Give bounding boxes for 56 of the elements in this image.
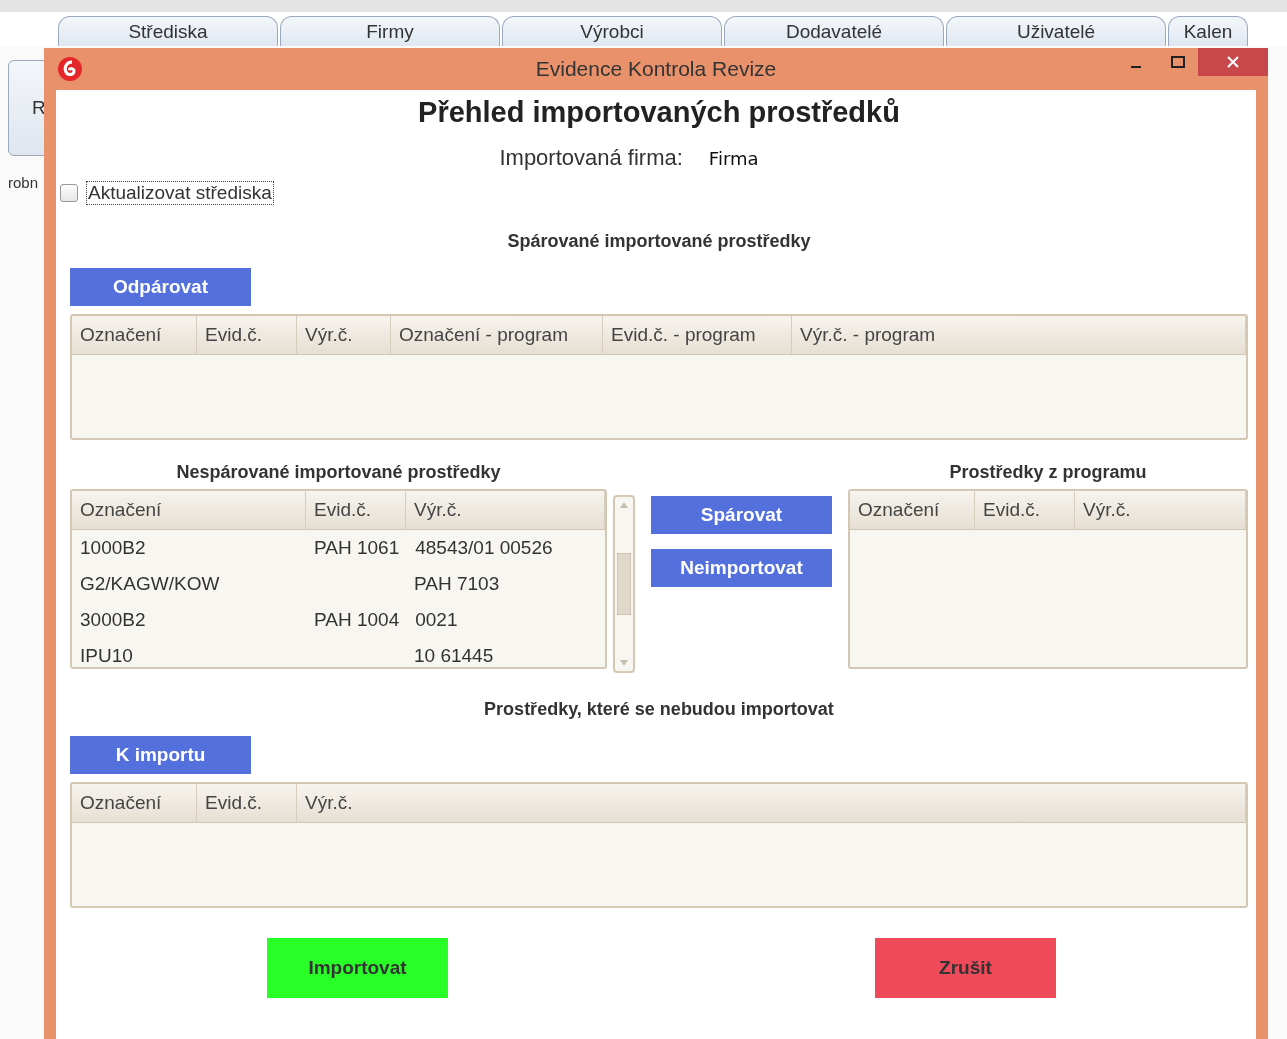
table-cell-text: PAH 1004 — [313, 608, 401, 632]
column-header[interactable]: Evid.č. — [306, 491, 406, 529]
close-icon — [1227, 56, 1239, 68]
tab[interactable]: Střediska — [58, 16, 278, 46]
window-title: Evidence Kontrola Revize — [534, 57, 778, 81]
scroll-up-icon[interactable] — [619, 501, 629, 509]
action-button[interactable]: Spárovat — [651, 496, 832, 534]
scrollbar-thumb[interactable] — [617, 553, 631, 615]
tab[interactable]: Výrobci — [502, 16, 722, 46]
column-header[interactable]: Výr.č. — [406, 491, 605, 529]
column-header[interactable]: Označení — [850, 491, 975, 529]
tab[interactable]: Firmy — [280, 16, 500, 46]
section-title: Prostředky z programu — [948, 462, 1148, 483]
import-button[interactable]: Importovat — [267, 938, 448, 998]
table-cell-text: 3000B2 — [79, 608, 147, 632]
column-header[interactable]: Označení — [72, 491, 306, 529]
column-header[interactable]: Evid.č. — [197, 784, 297, 822]
company-value: Firma — [708, 148, 759, 169]
section-title: Spárované importované prostředky — [506, 231, 812, 252]
close-button[interactable] — [1198, 48, 1268, 76]
table-cell-text: 48543/01 00526 — [414, 536, 554, 560]
table-cell-text: G2/KAGW/KOW — [79, 572, 221, 596]
table-cell-text: IPU10 — [79, 644, 134, 667]
column-header[interactable]: Označení — [72, 784, 197, 822]
table-cell-text: 10 61445 — [413, 644, 495, 667]
checkbox-label[interactable]: Aktualizovat střediska — [86, 181, 274, 205]
tab[interactable]: Kalen — [1168, 16, 1248, 46]
tab[interactable]: Dodavatelé — [724, 16, 944, 46]
tab[interactable]: Uživatelé — [946, 16, 1166, 46]
column-header[interactable]: Evid.č. — [197, 316, 297, 354]
dialog-heading: Přehled importovaných prostředků — [417, 96, 901, 129]
column-header[interactable]: Výr.č. — [1075, 491, 1246, 529]
section-title: Nespárované importované prostředky — [175, 462, 502, 483]
checkbox[interactable] — [60, 184, 78, 202]
table-cell-text: PAH 1061 — [313, 536, 401, 560]
table-cell-text: PAH 7103 — [413, 572, 501, 596]
maximize-icon — [1171, 56, 1185, 68]
column-header[interactable]: Evid.č. — [975, 491, 1075, 529]
column-header[interactable]: Evid.č. - program — [603, 316, 792, 354]
action-button[interactable]: Neimportovat — [651, 549, 832, 587]
scrollbar[interactable] — [613, 495, 635, 673]
section-title: Prostředky, které se nebudou importovat — [483, 699, 835, 720]
table-cell-text: 1000B2 — [79, 536, 147, 560]
column-header[interactable]: Označení - program — [391, 316, 603, 354]
unpair-button[interactable]: Odpárovat — [70, 268, 251, 306]
column-header[interactable]: Výr.č. - program — [792, 316, 1246, 354]
minimize-icon — [1131, 66, 1141, 68]
app-logo-icon — [57, 56, 83, 82]
column-header[interactable]: Výr.č. — [297, 784, 1246, 822]
table-cell-text: 0021 — [414, 608, 459, 632]
side-label: robn — [8, 174, 40, 191]
company-label: Importovaná firma: — [499, 145, 683, 171]
to-import-button[interactable]: K importu — [70, 736, 251, 774]
column-header[interactable]: Označení — [72, 316, 197, 354]
column-header[interactable]: Výr.č. — [297, 316, 391, 354]
scroll-down-icon[interactable] — [619, 659, 629, 667]
